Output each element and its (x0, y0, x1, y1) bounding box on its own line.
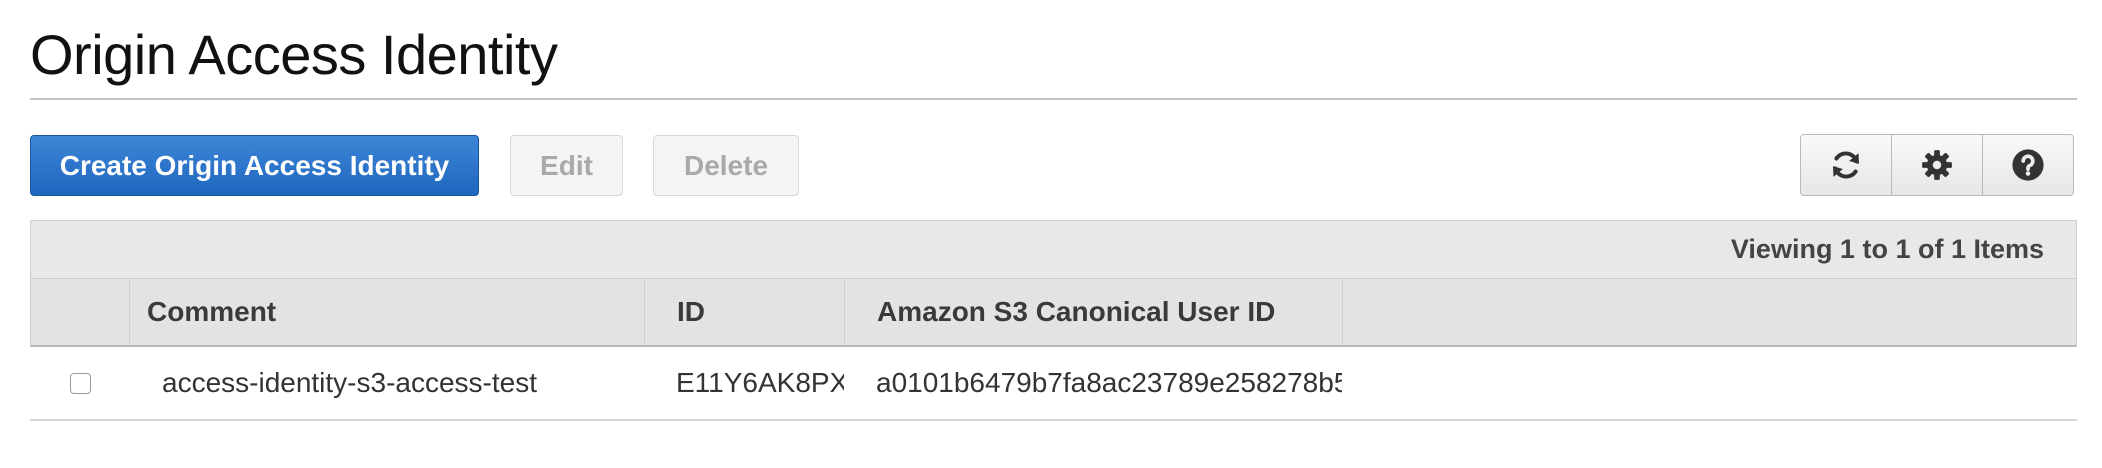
pagination-info: Viewing 1 to 1 of 1 Items (30, 220, 2077, 279)
refresh-icon (1832, 151, 1860, 179)
title-divider (30, 98, 2077, 100)
toolbar-icon-group (1800, 134, 2074, 196)
row-select-cell (30, 372, 129, 394)
table-header: Comment ID Amazon S3 Canonical User ID (30, 279, 2077, 347)
create-origin-access-identity-button[interactable]: Create Origin Access Identity (30, 135, 479, 196)
refresh-button[interactable] (1801, 135, 1892, 195)
table-row[interactable]: access-identity-s3-access-test E11Y6AK8P… (30, 347, 2077, 421)
id-cell: E11Y6AK8PX (676, 367, 844, 398)
identities-table: Viewing 1 to 1 of 1 Items Comment ID Ama… (30, 220, 2077, 421)
settings-button[interactable] (1892, 135, 1983, 195)
row-checkbox[interactable] (69, 372, 91, 394)
header-select-cell (31, 279, 130, 345)
gear-icon (1922, 150, 1952, 180)
column-header-id[interactable]: ID (645, 279, 845, 345)
header-filler (1343, 279, 2076, 345)
viewing-count-text: Viewing 1 to 1 of 1 Items (1730, 234, 2044, 264)
canonical-user-id-cell: a0101b6479b7fa8ac23789e258278b5 (876, 367, 1342, 398)
delete-button[interactable]: Delete (653, 135, 799, 196)
page-title: Origin Access Identity (30, 23, 558, 86)
column-header-canonical-user-id[interactable]: Amazon S3 Canonical User ID (845, 279, 1343, 345)
help-button[interactable] (1983, 135, 2073, 195)
comment-cell: access-identity-s3-access-test (162, 367, 538, 398)
help-icon (2012, 149, 2044, 181)
edit-button[interactable]: Edit (510, 135, 623, 196)
column-header-comment[interactable]: Comment (130, 279, 645, 345)
